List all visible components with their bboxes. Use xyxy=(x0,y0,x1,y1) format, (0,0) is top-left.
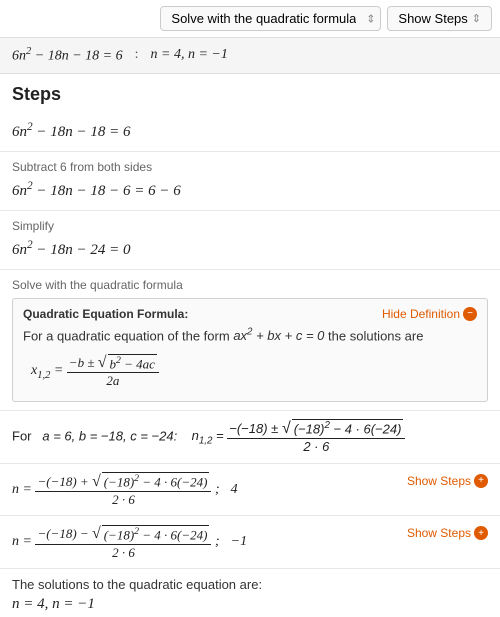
def-form: ax2 + bx + c = 0 xyxy=(233,328,324,343)
step-3-block: Simplify 6n2 − 18n − 24 = 0 xyxy=(0,211,500,270)
step-2-label: Subtract 6 from both sides xyxy=(12,160,488,174)
show-steps-button[interactable]: Show Steps ⇕ xyxy=(387,6,492,31)
solution-1-show-steps-icon: + xyxy=(474,474,488,488)
hide-def-label: Hide Definition xyxy=(382,307,460,321)
step-1-block: 6n2 − 18n − 18 = 6 xyxy=(0,111,500,152)
final-section: The solutions to the quadratic equation … xyxy=(0,569,500,617)
solution-2-answer: −1 xyxy=(231,534,247,549)
solution-2-block: Show Steps + n = −(−18) − √(−18)2 − 4 · … xyxy=(0,516,500,569)
for-formula-display: n1,2 = −(−18) ± √(−18)2 − 4 · 6(−24) 2 ·… xyxy=(192,428,406,443)
solution-1-show-steps-button[interactable]: Show Steps + xyxy=(407,474,488,488)
solution-1-block: Show Steps + n = −(−18) + √(−18)2 − 4 · … xyxy=(0,464,500,517)
sol1-fraction: −(−18) + √(−18)2 − 4 · 6(−24) 2 · 6 xyxy=(35,472,211,508)
hide-def-icon: − xyxy=(463,307,477,321)
sol2-fraction: −(−18) − √(−18)2 − 4 · 6(−24) 2 · 6 xyxy=(35,524,211,560)
step-1-equation: 6n2 − 18n − 18 = 6 xyxy=(12,119,488,143)
quadratic-section-title: Solve with the quadratic formula xyxy=(12,278,488,292)
quadratic-formula-display: x1,2 = −b ± √b2 − 4ac 2a xyxy=(23,351,477,393)
step-2-block: Subtract 6 from both sides 6n2 − 18n − 1… xyxy=(0,152,500,211)
final-label: The solutions to the quadratic equation … xyxy=(12,577,488,592)
definition-header: Quadratic Equation Formula: Hide Definit… xyxy=(23,307,477,321)
quadratic-formula-fraction: −b ± √b2 − 4ac 2a xyxy=(67,353,159,389)
steps-title: Steps xyxy=(0,74,500,111)
solution-1-show-steps-label: Show Steps xyxy=(407,474,471,488)
solution-2-show-steps-icon: + xyxy=(474,526,488,540)
definition-text: For a quadratic equation of the form ax2… xyxy=(23,327,477,343)
step-2-equation: 6n2 − 18n − 18 − 6 = 6 − 6 xyxy=(12,178,488,202)
definition-label: Quadratic Equation Formula: xyxy=(23,307,188,321)
header-equation: 6n2 − 18n − 18 = 6 xyxy=(12,46,123,65)
equation-header: 6n2 − 18n − 18 = 6 : n = 4, n = −1 xyxy=(0,38,500,74)
method-dropdown-wrapper[interactable]: Solve with the quadratic formula xyxy=(160,6,381,31)
solution-2-show-steps-label: Show Steps xyxy=(407,526,471,540)
header-solution: n = 4, n = −1 xyxy=(151,47,228,63)
content-area: Steps 6n2 − 18n − 18 = 6 Subtract 6 from… xyxy=(0,74,500,617)
quadratic-section: Solve with the quadratic formula Quadrat… xyxy=(0,270,500,411)
method-dropdown[interactable]: Solve with the quadratic formula xyxy=(160,6,381,31)
show-steps-arrow-icon: ⇕ xyxy=(472,12,481,25)
final-answer: n = 4, n = −1 xyxy=(12,596,488,613)
step-3-label: Simplify xyxy=(12,219,488,233)
for-formula-fraction: −(−18) ± √(−18)2 − 4 · 6(−24) 2 · 6 xyxy=(227,419,405,455)
for-label: For xyxy=(12,428,39,443)
definition-box: Quadratic Equation Formula: Hide Definit… xyxy=(12,298,488,402)
show-steps-label: Show Steps xyxy=(398,11,467,26)
step-3-equation: 6n2 − 18n − 24 = 0 xyxy=(12,237,488,261)
solution-1-answer: 4 xyxy=(231,482,238,497)
top-bar: Solve with the quadratic formula Show St… xyxy=(0,0,500,38)
def-text-part1: For a quadratic equation of the form xyxy=(23,328,230,343)
for-line: For a = 6, b = −18, c = −24: n1,2 = −(−1… xyxy=(0,411,500,464)
for-values: a = 6, b = −18, c = −24: xyxy=(42,428,177,443)
def-suffix: the solutions are xyxy=(328,328,423,343)
header-separator: : xyxy=(135,47,139,63)
hide-definition-button[interactable]: Hide Definition − xyxy=(382,307,477,321)
solution-2-show-steps-button[interactable]: Show Steps + xyxy=(407,526,488,540)
